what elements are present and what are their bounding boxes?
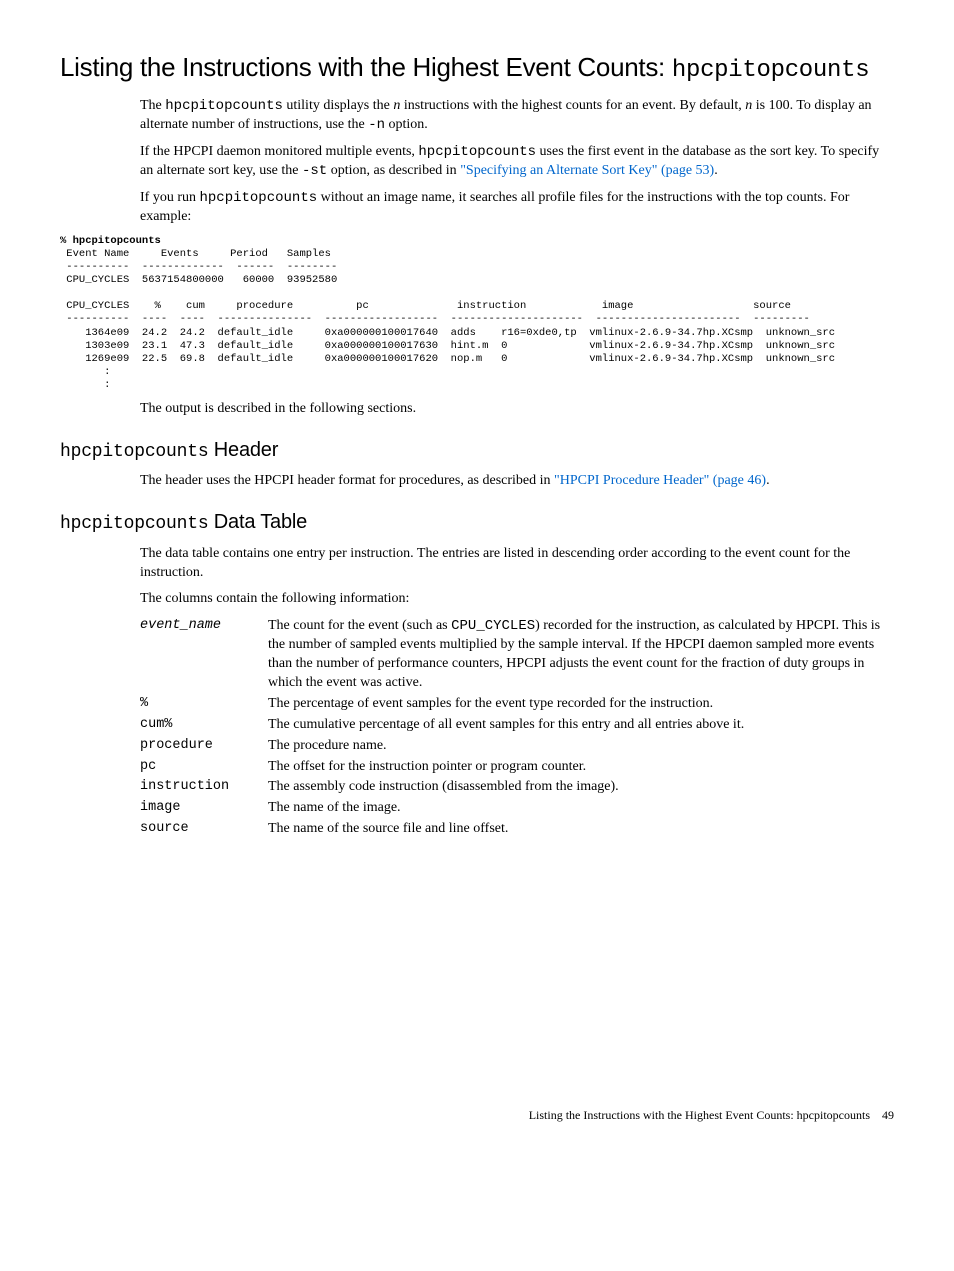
def-cum-percent: cum% The cumulative percentage of all ev… [140,716,894,735]
def-instruction: instruction The assembly code instructio… [140,778,894,797]
desc: The offset for the instruction pointer o… [268,758,894,777]
intro-paragraph-3: If you run hpcpitopcounts without an ima… [140,189,894,227]
def-source: source The name of the source file and l… [140,820,894,839]
term: event_name [140,617,268,635]
page-number: 49 [882,1108,894,1122]
example-output: % hpcpitopcounts Event Name Events Perio… [60,235,894,393]
desc: The name of the image. [268,799,894,818]
column-definitions: event_name The count for the event (such… [140,617,894,839]
data-table-paragraph-2: The columns contain the following inform… [140,590,894,609]
term: procedure [140,737,268,755]
footer-title: Listing the Instructions with the Highes… [529,1108,870,1122]
output-described: The output is described in the following… [140,400,894,419]
intro-paragraph-2: If the HPCPI daemon monitored multiple e… [140,143,894,181]
def-pc: pc The offset for the instruction pointe… [140,758,894,777]
term: image [140,799,268,817]
def-event-name: event_name The count for the event (such… [140,617,894,693]
def-image: image The name of the image. [140,799,894,818]
desc: The count for the event (such as CPU_CYC… [268,617,894,693]
desc: The cumulative percentage of all event s… [268,716,894,735]
desc: The percentage of event samples for the … [268,695,894,714]
page-footer: Listing the Instructions with the Highes… [529,1107,894,1123]
intro-paragraph-1: The hpcpitopcounts utility displays the … [140,97,894,135]
term: pc [140,758,268,776]
data-table-paragraph-1: The data table contains one entry per in… [140,545,894,583]
sort-key-link[interactable]: "Specifying an Alternate Sort Key" (page… [460,163,714,178]
header-paragraph: The header uses the HPCPI header format … [140,472,894,491]
data-table-section-title: hpcpitopcounts Data Table [60,509,894,536]
term: cum% [140,716,268,734]
desc: The assembly code instruction (disassemb… [268,778,894,797]
title-prefix: Listing the Instructions with the Highes… [60,52,672,82]
def-percent: % The percentage of event samples for th… [140,695,894,714]
term: instruction [140,778,268,796]
title-command: hpcpitopcounts [672,57,869,84]
term: source [140,820,268,838]
desc: The name of the source file and line off… [268,820,894,839]
term: % [140,695,268,713]
procedure-header-link[interactable]: "HPCPI Procedure Header" (page 46) [554,473,766,488]
desc: The procedure name. [268,737,894,756]
page-title: Listing the Instructions with the Highes… [60,50,894,87]
def-procedure: procedure The procedure name. [140,737,894,756]
header-section-title: hpcpitopcounts Header [60,437,894,464]
